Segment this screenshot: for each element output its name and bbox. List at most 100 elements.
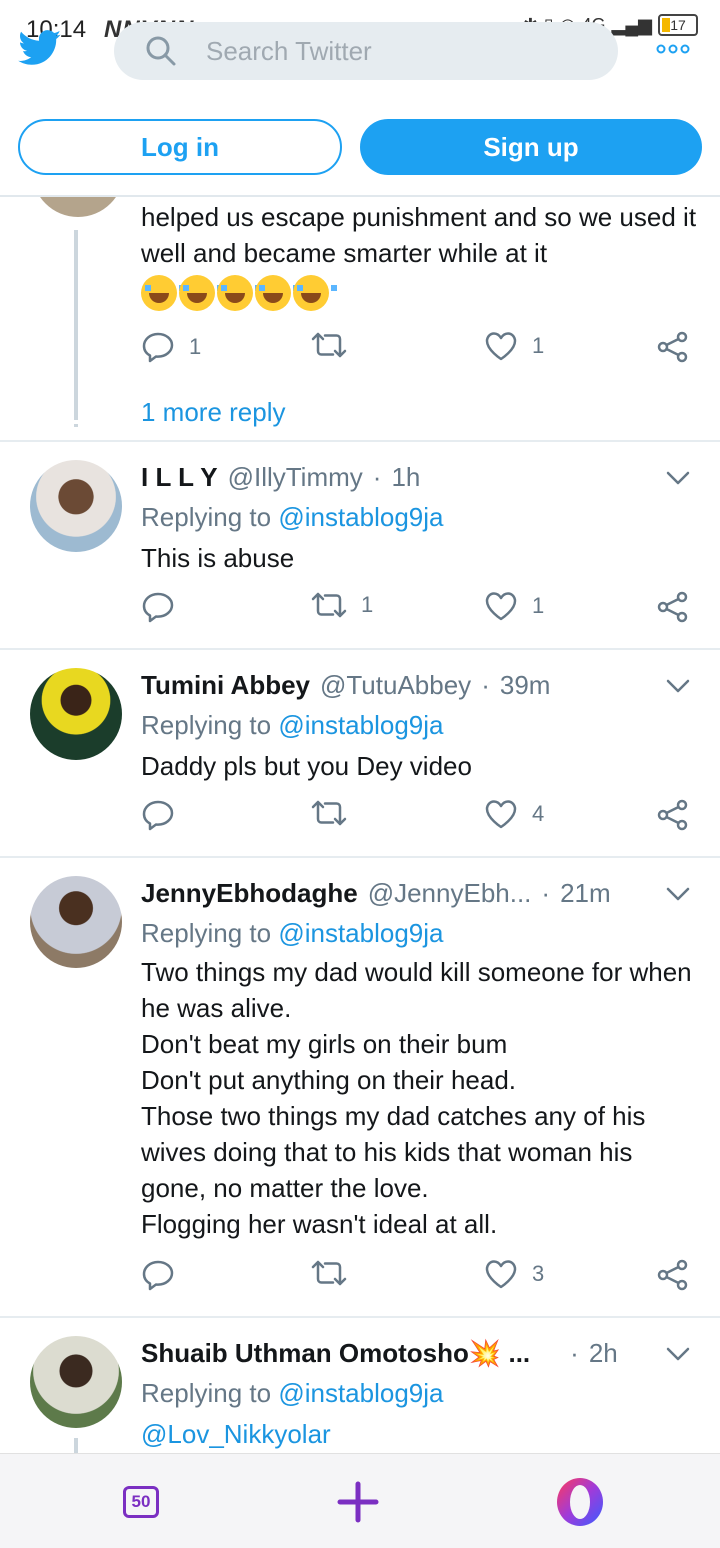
tweet-header: Tumini Abbey @TutuAbbey · 39m — [141, 670, 550, 701]
reply-icon — [142, 1260, 174, 1291]
chevron-down-icon[interactable] — [666, 678, 690, 694]
tweet-actions: 1 1 — [0, 330, 720, 370]
replying-to: Replying to @instablog9ja — [141, 1378, 443, 1409]
reply-icon — [142, 800, 174, 831]
heart-icon — [485, 800, 517, 829]
tweet-item[interactable]: JennyEbhodaghe @JennyEbh... · 21m Replyi… — [0, 858, 720, 1316]
plus-icon[interactable] — [336, 1480, 380, 1524]
tweet-time: 39m — [499, 670, 551, 700]
tweet-header: I L L Y @IllyTimmy · 1h — [141, 462, 420, 493]
tweet-time: 2h — [588, 1338, 618, 1368]
search-icon — [146, 36, 176, 66]
like-button[interactable]: 1 — [484, 330, 544, 362]
like-count: 1 — [532, 593, 545, 618]
laughing-emoji-icon — [293, 275, 337, 311]
retweet-count: 1 — [361, 592, 374, 617]
tweet-feed[interactable]: helped us escape punishment and so we us… — [0, 197, 720, 1453]
laughing-emoji-icon — [179, 275, 223, 311]
share-icon — [657, 591, 688, 623]
more-options-icon[interactable] — [656, 44, 690, 54]
avatar[interactable] — [32, 197, 124, 217]
share-icon — [657, 331, 688, 363]
log-in-button[interactable]: Log in — [18, 119, 342, 175]
display-name[interactable]: JennyEbhodaghe — [141, 878, 358, 909]
mention-link[interactable]: @instablog9ja — [278, 710, 443, 740]
user-handle[interactable]: @JennyEbh... — [368, 878, 532, 909]
thread-line — [74, 230, 78, 420]
heart-icon — [485, 332, 517, 361]
replying-prefix: Replying to — [141, 502, 272, 532]
like-button[interactable]: 1 — [484, 590, 544, 622]
avatar[interactable] — [30, 876, 122, 968]
retweet-button[interactable] — [311, 1258, 361, 1288]
heart-icon — [485, 1260, 517, 1289]
mention-link[interactable]: @instablog9ja — [278, 502, 443, 532]
tweet-time: 1h — [391, 462, 421, 492]
twitter-logo-icon[interactable] — [18, 30, 62, 66]
tweet-text: Daddy pls but you Dey video — [141, 751, 472, 781]
signal-icon: ▂▄▆ — [611, 14, 652, 35]
share-icon — [657, 1259, 688, 1291]
share-button[interactable] — [656, 330, 690, 364]
separator-dot: · — [372, 462, 382, 492]
reply-icon — [142, 592, 174, 623]
thread-line — [74, 1438, 78, 1453]
share-button[interactable] — [656, 590, 690, 624]
tweet-item[interactable]: Tumini Abbey @TutuAbbey · 39m Replying t… — [0, 650, 720, 856]
tweet-item[interactable]: Shuaib Uthman Omotosho💥 ... · 2h Replyin… — [0, 1318, 720, 1453]
separator-dot: · — [481, 670, 490, 700]
replying-to: Replying to @instablog9ja — [141, 502, 443, 533]
mention-link[interactable]: @instablog9ja — [278, 1378, 443, 1408]
tweet-actions: 3 — [0, 1258, 720, 1298]
share-button[interactable] — [656, 798, 690, 832]
share-button[interactable] — [656, 1258, 690, 1292]
battery-icon: 17 — [658, 14, 698, 36]
tweet-actions: 4 — [0, 798, 720, 838]
browser-bottom-bar: 50 — [0, 1453, 720, 1548]
avatar[interactable] — [30, 1336, 122, 1428]
opera-logo-icon[interactable] — [554, 1476, 606, 1528]
display-name[interactable]: Shuaib Uthman Omotosho💥 ... — [141, 1338, 530, 1369]
avatar[interactable] — [30, 460, 122, 552]
separator-dot: · — [570, 1338, 579, 1368]
replying-to: Replying to @instablog9ja — [141, 710, 443, 741]
tweet-item[interactable]: I L L Y @IllyTimmy · 1h Replying to @ins… — [0, 442, 720, 648]
chevron-down-icon[interactable] — [666, 470, 690, 486]
laughing-emoji-icon — [141, 275, 185, 311]
like-button[interactable]: 3 — [484, 1258, 544, 1290]
retweet-button[interactable] — [311, 798, 361, 828]
avatar[interactable] — [30, 668, 122, 760]
tweet-text-content: helped us escape punishment and so we us… — [141, 202, 697, 268]
search-input[interactable]: Search Twitter — [114, 22, 618, 80]
tweet-header: JennyEbhodaghe @JennyEbh... · 21m — [141, 878, 611, 909]
separator-dot: · — [541, 878, 551, 908]
user-handle[interactable]: @TutuAbbey — [320, 670, 471, 701]
tweet-time: 21m — [560, 878, 611, 908]
user-handle[interactable]: @IllyTimmy — [228, 462, 363, 493]
replying-prefix: Replying to — [141, 918, 272, 948]
thread-dots — [74, 397, 78, 427]
tweet-text[interactable]: @Lov_Nikkyolar — [141, 1416, 701, 1452]
mention-link[interactable]: @instablog9ja — [278, 918, 443, 948]
display-name[interactable]: I L L Y — [141, 462, 218, 493]
share-icon — [657, 799, 688, 831]
laughing-emoji-icon — [217, 275, 261, 311]
retweet-button[interactable] — [311, 330, 347, 360]
retweet-icon — [311, 332, 347, 358]
chevron-down-icon[interactable] — [666, 1346, 690, 1362]
replying-prefix: Replying to — [141, 710, 272, 740]
retweet-button[interactable]: 1 — [311, 590, 373, 620]
chevron-down-icon[interactable] — [666, 886, 690, 902]
tabs-button[interactable]: 50 — [123, 1486, 159, 1518]
reply-button[interactable] — [141, 1258, 189, 1292]
like-button[interactable]: 4 — [484, 798, 544, 830]
display-name[interactable]: Tumini Abbey — [141, 670, 310, 701]
reply-button[interactable] — [141, 590, 189, 624]
reply-button[interactable]: 1 — [141, 330, 201, 364]
more-replies-link[interactable]: 1 more reply — [141, 397, 286, 428]
sign-up-button[interactable]: Sign up — [360, 119, 702, 175]
retweet-icon — [311, 592, 347, 618]
replying-prefix: Replying to — [141, 1378, 272, 1408]
reply-button[interactable] — [141, 798, 189, 832]
laughing-emoji-icon — [255, 275, 299, 311]
